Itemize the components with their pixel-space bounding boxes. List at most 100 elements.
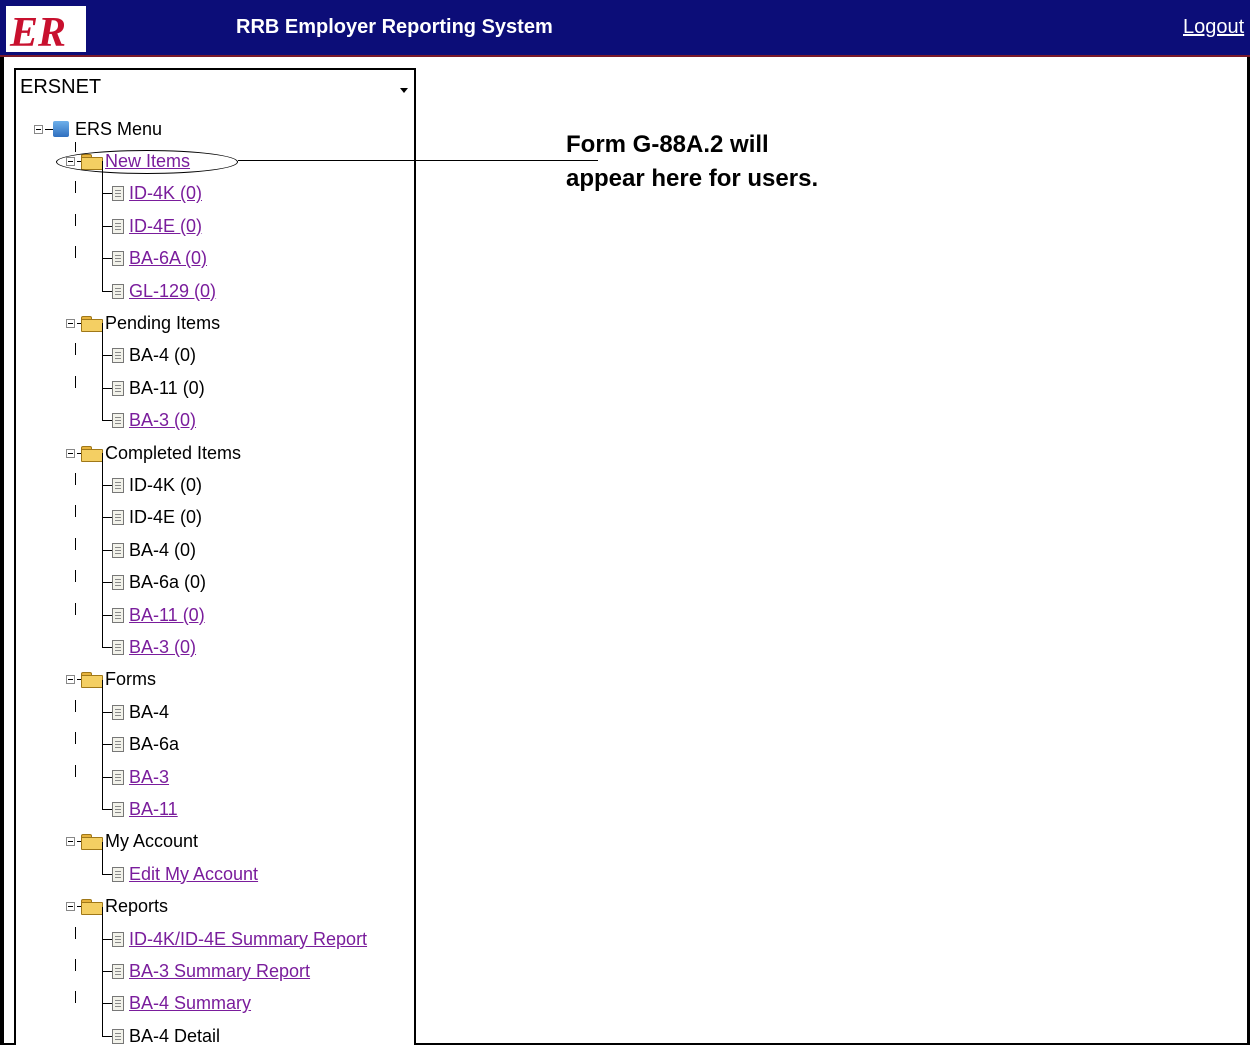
tree-connector-line <box>102 484 112 486</box>
tree-connector-line <box>102 453 103 648</box>
collapse-toggle-icon[interactable] <box>34 124 43 134</box>
tree-item-ba-6a-0[interactable]: BA-6a (0) <box>102 570 206 596</box>
tree-item-link[interactable]: Edit My Account <box>129 864 258 885</box>
document-icon <box>112 931 124 947</box>
folder-icon <box>81 672 103 689</box>
tree-item-link[interactable]: GL-129 (0) <box>129 281 216 302</box>
tree-item-ba-3-0[interactable]: BA-3 (0) <box>102 408 196 434</box>
site-selector-value: ERSNET <box>20 76 102 98</box>
document-icon <box>112 575 124 591</box>
tree-item-link[interactable]: ID-4K (0) <box>129 183 202 204</box>
collapse-toggle-icon[interactable] <box>66 318 75 328</box>
document-icon <box>112 477 124 493</box>
tree-item-label: ID-4K (0) <box>129 474 203 495</box>
tree-item-link[interactable]: BA-3 <box>129 767 169 788</box>
tree-folder-label: Reports <box>105 896 169 917</box>
tree-item-ba-3-summary-report[interactable]: BA-3 Summary Report <box>102 958 310 984</box>
tree-item-link[interactable]: ID-4E (0) <box>129 216 202 237</box>
tree-connector-line <box>75 991 76 1004</box>
tree-connector-line <box>102 841 103 875</box>
document-icon <box>112 769 124 785</box>
tree-item-label: BA-6a (0) <box>129 572 207 593</box>
tree-item-ba-4-0[interactable]: BA-4 (0) <box>102 343 196 369</box>
tree-folder-pending-items[interactable]: Pending Items <box>66 310 220 336</box>
document-icon <box>112 704 124 720</box>
collapse-toggle-icon[interactable] <box>66 902 75 912</box>
tree-item-label: BA-6a <box>129 734 180 755</box>
tree-item-ba-11[interactable]: BA-11 <box>102 796 178 822</box>
tree-item-link[interactable]: BA-11 <box>129 799 178 820</box>
collapse-toggle-icon[interactable] <box>66 448 75 458</box>
tree-item-ba-6a-0[interactable]: BA-6A (0) <box>102 246 207 272</box>
tree-item-ba-4-detail[interactable]: BA-4 Detail <box>102 1023 220 1045</box>
folder-icon <box>81 445 103 462</box>
tree-connector-line <box>75 142 76 153</box>
tree-connector-line <box>102 776 112 778</box>
tree-item-id-4k-0[interactable]: ID-4K (0) <box>102 472 202 498</box>
tree-item-gl-129-0[interactable]: GL-129 (0) <box>102 278 216 304</box>
logout-link[interactable]: Logout <box>1183 16 1244 39</box>
callout-line <box>238 160 598 161</box>
tree-item-link[interactable]: BA-4 Summary <box>129 993 251 1014</box>
tree-connector-line <box>75 602 76 615</box>
document-icon <box>112 218 124 234</box>
tree-item-label: BA-4 (0) <box>129 345 197 366</box>
collapse-toggle-icon[interactable] <box>66 675 75 685</box>
tree-connector-line <box>102 1035 112 1037</box>
tree-item-id-4k-0[interactable]: ID-4K (0) <box>102 181 202 207</box>
site-selector-dropdown[interactable]: ERSNET <box>18 74 412 100</box>
tree-item-link[interactable]: BA-3 Summary Report <box>129 961 310 982</box>
tree-item-ba-3-0[interactable]: BA-3 (0) <box>102 634 196 660</box>
document-icon <box>112 251 124 267</box>
tree-connector-line <box>75 764 76 777</box>
tree-item-link[interactable]: BA-3 (0) <box>129 410 196 431</box>
tree-item-id-4e-0[interactable]: ID-4E (0) <box>102 505 202 531</box>
tree-item-label: BA-11 (0) <box>129 377 205 398</box>
tree-folder-reports[interactable]: Reports <box>66 894 168 920</box>
tree-connector-line <box>102 679 103 810</box>
tree-connector-line <box>45 128 53 130</box>
tree-folder-label: Forms <box>105 669 156 690</box>
tree-item-label: BA-4 <box>129 701 170 722</box>
tree-connector-line <box>102 938 112 940</box>
document-icon <box>112 413 124 429</box>
tree-root-label: ERS Menu <box>75 118 163 139</box>
tree-connector-line <box>102 258 112 260</box>
tree-item-link[interactable]: BA-11 (0) <box>129 605 205 626</box>
tree-item-link[interactable]: BA-6A (0) <box>129 248 207 269</box>
tree-item-link[interactable]: ID-4K/ID-4E Summary Report <box>129 929 367 950</box>
tree-folder-my-account[interactable]: My Account <box>66 829 198 855</box>
tree-folder-forms[interactable]: Forms <box>66 667 156 693</box>
tree-item-id-4k-id-4e-summary-report[interactable]: ID-4K/ID-4E Summary Report <box>102 926 367 952</box>
tree-root-ers-menu[interactable]: ERS Menu <box>34 116 162 142</box>
tree-item-ba-4[interactable]: BA-4 <box>102 699 169 725</box>
document-icon <box>112 510 124 526</box>
app-title: RRB Employer Reporting System <box>236 16 553 38</box>
tree-connector-line <box>102 517 112 519</box>
tree-connector-line <box>75 246 76 259</box>
tree-item-link[interactable]: BA-3 (0) <box>129 637 196 658</box>
tree-item-ba-4-summary[interactable]: BA-4 Summary <box>102 991 251 1017</box>
tree-connector-line <box>102 549 112 551</box>
tree-folder-completed-items[interactable]: Completed Items <box>66 440 241 466</box>
tree-item-ba-4-0[interactable]: BA-4 (0) <box>102 537 196 563</box>
folder-icon <box>81 315 103 332</box>
tree-connector-line <box>75 181 76 194</box>
sidebar-menu: ERSNET ERS Menu New Items ID-4K (0) ID-4E (… <box>14 68 416 1045</box>
document-icon <box>112 348 124 364</box>
tree-item-edit-my-account[interactable]: Edit My Account <box>102 861 258 887</box>
folder-icon <box>81 834 103 851</box>
collapse-toggle-icon[interactable] <box>66 837 75 847</box>
tree-connector-line <box>102 744 112 746</box>
tree-connector-line <box>102 193 112 195</box>
document-icon <box>112 996 124 1012</box>
tree-item-ba-6a[interactable]: BA-6a <box>102 732 179 758</box>
document-icon <box>112 1028 124 1044</box>
tree-folder-label: Completed Items <box>105 442 242 463</box>
tree-item-ba-3[interactable]: BA-3 <box>102 764 169 790</box>
tree-connector-line <box>75 570 76 583</box>
tree-item-id-4e-0[interactable]: ID-4E (0) <box>102 213 202 239</box>
svg-text:ER: ER <box>9 10 66 52</box>
tree-item-ba-11-0[interactable]: BA-11 (0) <box>102 602 205 628</box>
tree-item-ba-11-0[interactable]: BA-11 (0) <box>102 375 205 401</box>
